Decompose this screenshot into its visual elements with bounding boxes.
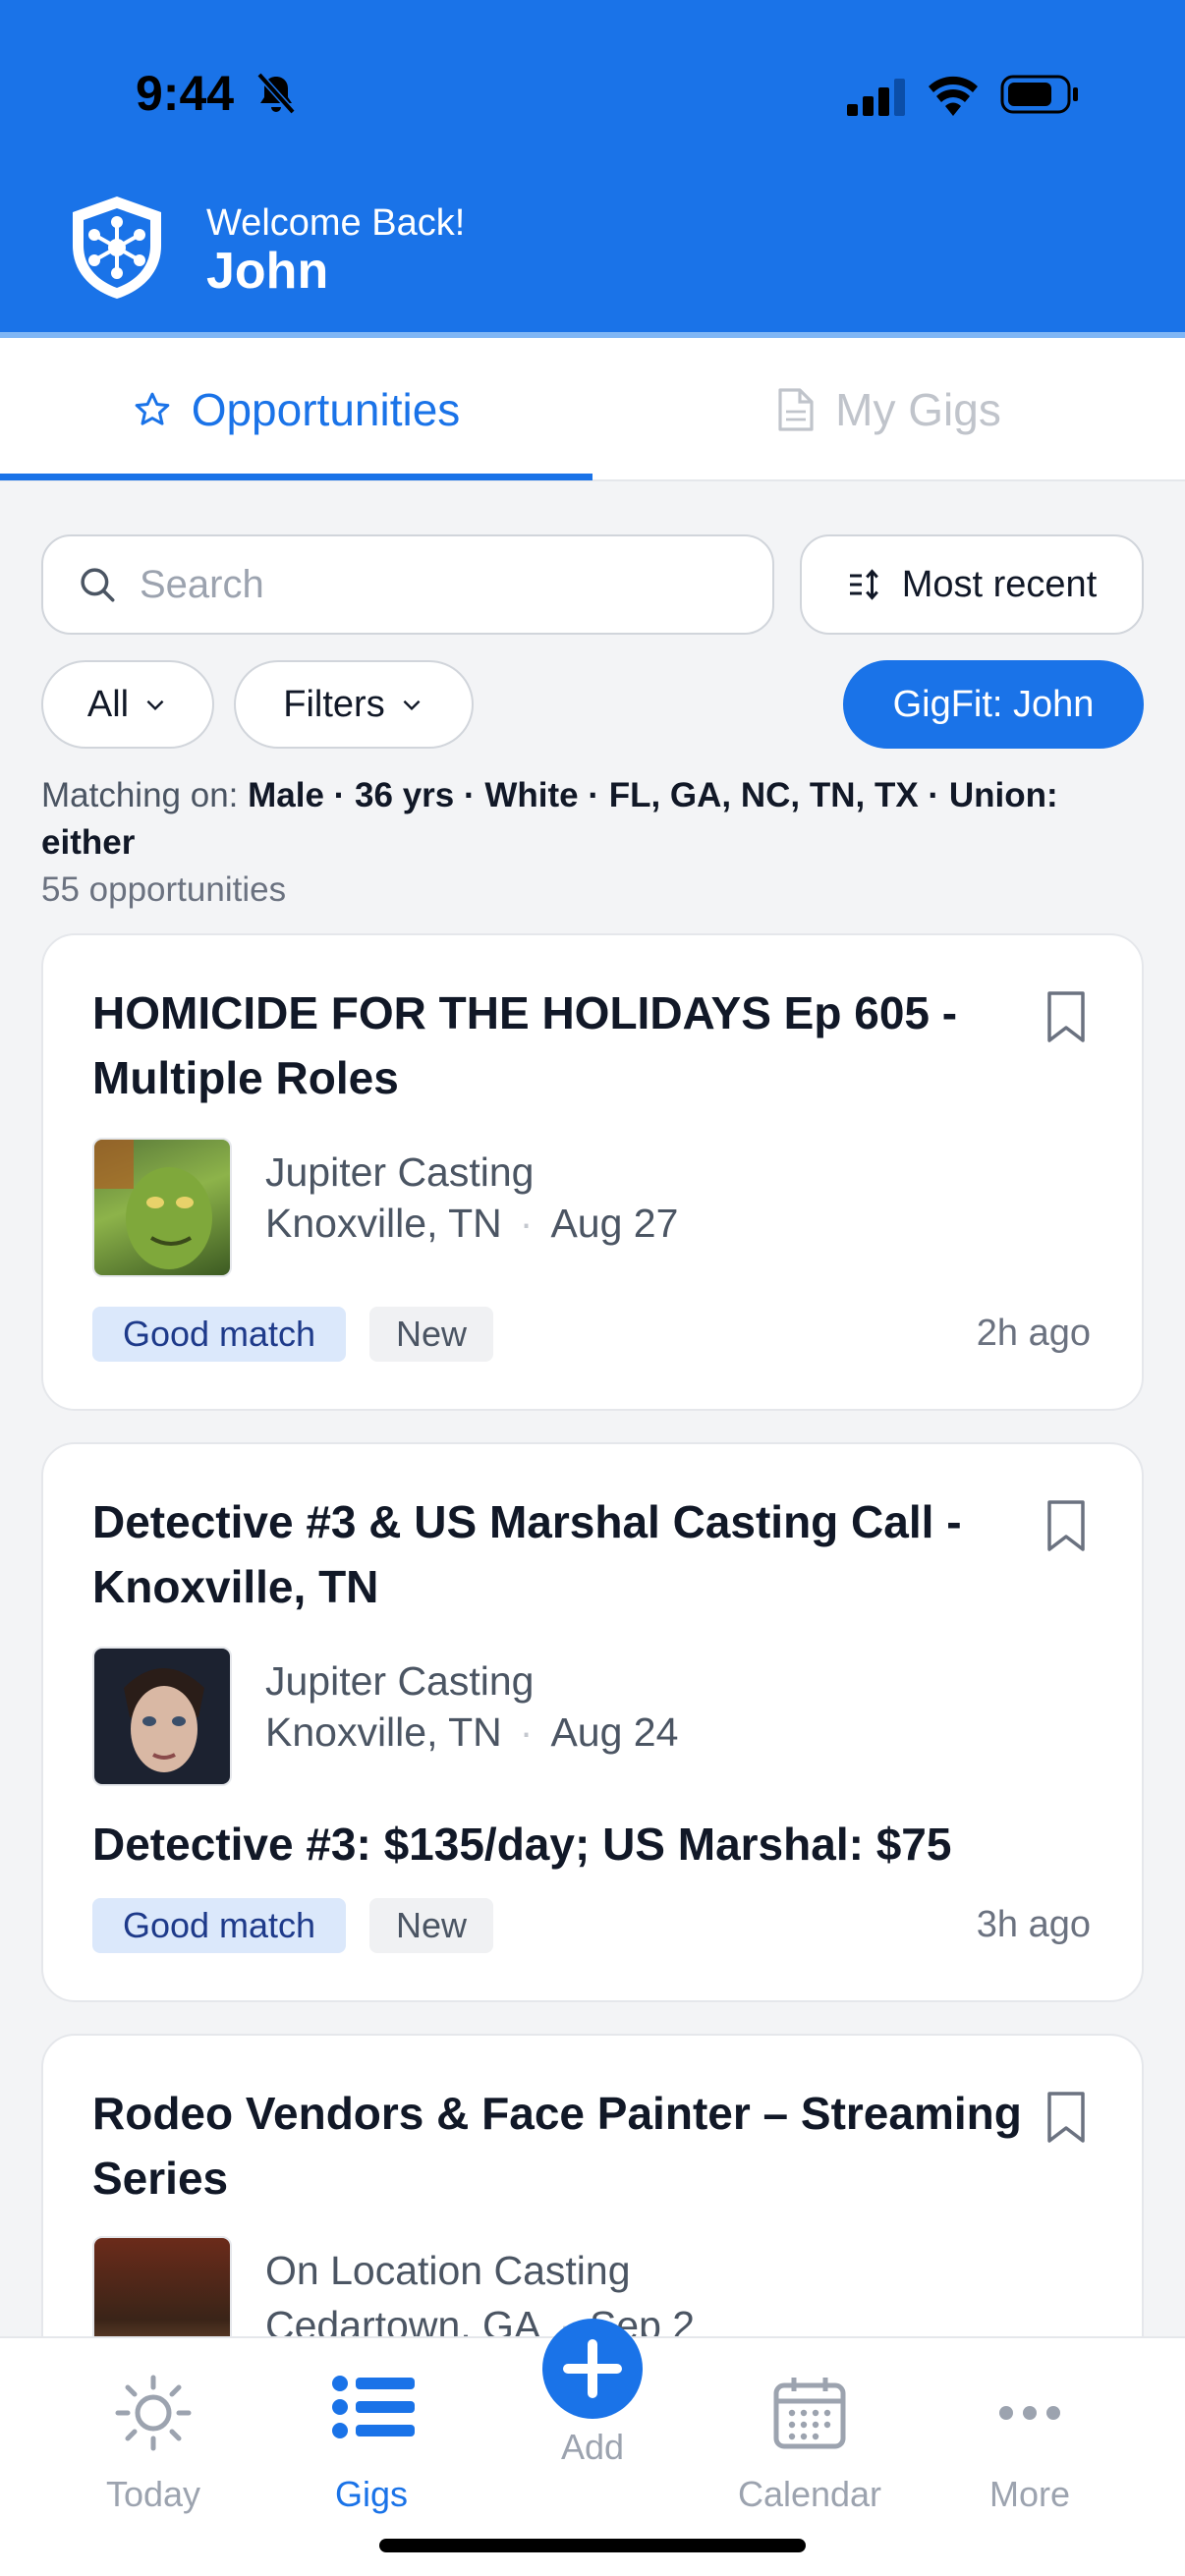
app-header: 9:44 Welcome Back! John (0, 0, 1185, 334)
location-date: Knoxville, TN · Aug 27 (265, 1201, 679, 1246)
document-icon (778, 388, 814, 431)
casting-company: Jupiter Casting (265, 1658, 535, 1704)
tab-my-gigs[interactable]: My Gigs (592, 338, 1185, 481)
casting-thumbnail (92, 1647, 232, 1786)
gigfit-button[interactable]: GigFit: John (843, 660, 1144, 749)
search-box[interactable] (41, 534, 774, 635)
posted-time: 2h ago (976, 1313, 1091, 1354)
matching-prefix: Matching on: (41, 776, 239, 814)
sun-icon (115, 2375, 192, 2451)
calendar-icon (773, 2378, 846, 2449)
welcome-text: Welcome Back! (206, 202, 466, 244)
matching-criteria: Matching on: Male · 36 yrs · White · FL,… (41, 772, 1152, 867)
posted-time: 3h ago (976, 1904, 1091, 1945)
chevron-down-icon (146, 700, 164, 711)
date: Aug 27 (550, 1201, 679, 1246)
all-dropdown[interactable]: All (41, 660, 214, 749)
good-match-badge: Good match (92, 1898, 346, 1953)
bookmark-icon[interactable] (1045, 1499, 1087, 1552)
wifi-icon (929, 76, 978, 116)
casting-thumbnail (92, 1138, 232, 1277)
filters-dropdown[interactable]: Filters (234, 660, 474, 749)
search-input[interactable] (140, 562, 729, 607)
card-title: Detective #3 & US Marshal Casting Call -… (92, 1496, 962, 1612)
date: Aug 24 (550, 1709, 679, 1755)
nav-gigs-label: Gigs (334, 2474, 409, 2514)
segment-tabs: Opportunities My Gigs (0, 338, 1185, 481)
card-title: Rodeo Vendors & Face Painter – Streaming… (92, 2088, 1022, 2204)
gigfit-label: GigFit: John (892, 683, 1095, 725)
good-match-badge: Good match (92, 1307, 346, 1362)
battery-icon (1000, 75, 1078, 114)
location: Knoxville, TN (265, 1201, 502, 1246)
casting-company: On Location Casting (265, 2248, 631, 2293)
nav-more-label: More (988, 2474, 1071, 2514)
sort-button[interactable]: Most recent (800, 534, 1144, 635)
sort-icon (849, 569, 878, 600)
tab-opportunities[interactable]: Opportunities (0, 338, 592, 481)
all-label: All (86, 683, 130, 725)
bookmark-icon[interactable] (1045, 2091, 1087, 2144)
new-badge: New (369, 1898, 493, 1953)
list-icon (332, 2376, 415, 2438)
active-tab-indicator (0, 474, 592, 480)
add-button[interactable] (542, 2319, 643, 2419)
star-icon (135, 392, 170, 425)
bookmark-icon[interactable] (1045, 990, 1087, 1043)
user-name: John (206, 243, 329, 300)
tab-opportunities-label: Opportunities (191, 384, 461, 435)
casting-company: Jupiter Casting (265, 1149, 535, 1195)
character-face-icon (124, 1668, 204, 1772)
location-date: Knoxville, TN · Aug 24 (265, 1709, 679, 1755)
opportunity-card[interactable]: HOMICIDE FOR THE HOLIDAYS Ep 605 - Multi… (41, 933, 1144, 1411)
nav-add-label: Add (560, 2427, 625, 2467)
search-icon (81, 568, 115, 602)
sort-label: Most recent (901, 563, 1098, 605)
cellular-signal-icon (847, 79, 905, 116)
card-title: HOMICIDE FOR THE HOLIDAYS Ep 605 - Multi… (92, 987, 958, 1103)
tab-my-gigs-label: My Gigs (835, 384, 1001, 435)
nav-calendar-label: Calendar (737, 2474, 882, 2514)
new-badge: New (369, 1307, 493, 1362)
shield-logo-icon (73, 196, 161, 299)
location: Knoxville, TN (265, 1709, 502, 1755)
filters-label: Filters (283, 683, 385, 725)
more-icon (999, 2406, 1060, 2420)
opportunity-count: 55 opportunities (41, 870, 287, 909)
status-time: 9:44 (136, 66, 235, 121)
nav-today-label: Today (105, 2474, 201, 2514)
character-face-icon (94, 1140, 212, 1269)
chevron-down-icon (403, 700, 421, 711)
pay-rate: Detective #3: $135/day; US Marshal: $75 (92, 1819, 952, 1870)
bell-muted-icon (256, 72, 296, 115)
home-indicator (379, 2539, 806, 2552)
opportunity-card[interactable]: Detective #3 & US Marshal Casting Call -… (41, 1442, 1144, 2002)
plus-icon (563, 2339, 622, 2398)
